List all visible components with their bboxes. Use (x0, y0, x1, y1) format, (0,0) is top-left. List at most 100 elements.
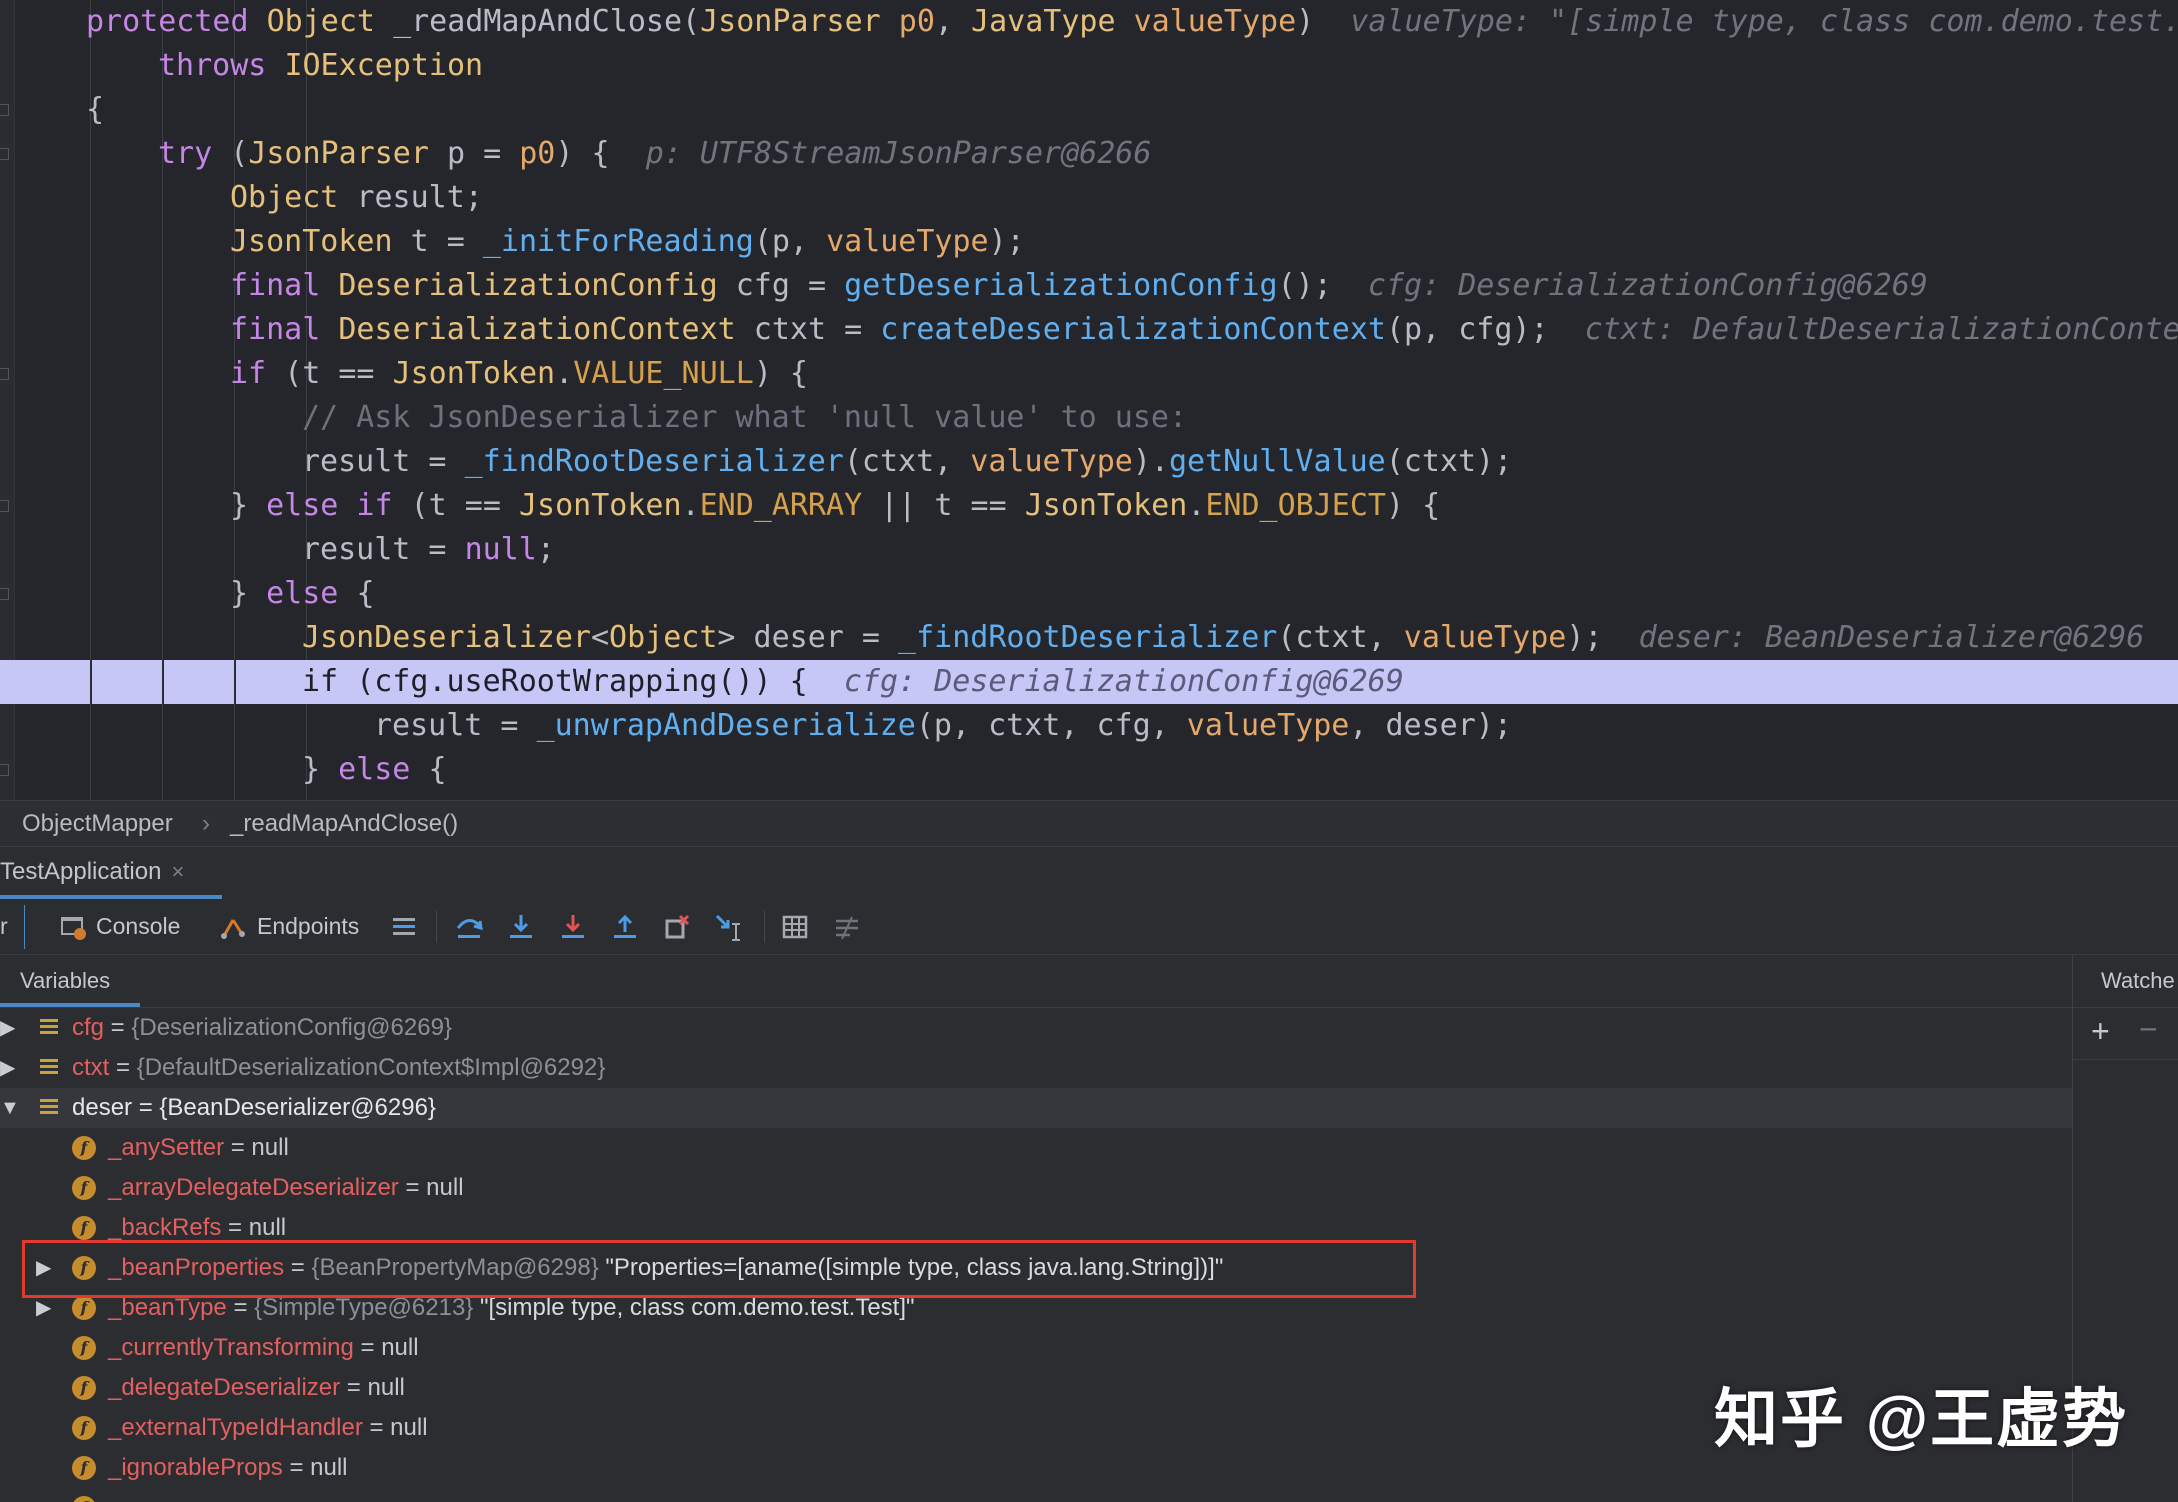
variable-row-cfg[interactable]: ▶ cfg = {DeserializationConfig@6269} (0, 1008, 2072, 1048)
variable-row-ctxt[interactable]: ▶ ctxt = {DefaultDeserializationContext$… (0, 1048, 2072, 1088)
code-token: { (428, 752, 447, 787)
remove-watch-button[interactable]: − (2139, 1011, 2158, 1048)
code-line[interactable]: } else { (0, 748, 2178, 792)
code-line[interactable]: result = null; (0, 528, 2178, 572)
step-out-icon[interactable] (610, 912, 640, 942)
code-line[interactable]: JsonDeserializer<Object> deser = _findRo… (0, 616, 2178, 660)
divider (2073, 1059, 2178, 1060)
code-token: _initForReading (482, 224, 754, 259)
field-row[interactable]: f _currentlyTransforming = null (0, 1328, 2072, 1368)
step-over-icon[interactable] (454, 912, 484, 942)
variable-separator: = (109, 1054, 137, 1081)
code-line[interactable]: result = _findRootDeserializer(ctxt, val… (0, 440, 2178, 484)
code-token: || t == (862, 488, 1025, 523)
step-into-icon[interactable] (506, 912, 536, 942)
code-token: try (158, 136, 231, 171)
field-value: = null (398, 1174, 464, 1201)
code-token: p0 (898, 4, 935, 39)
field-value: = null (282, 1454, 348, 1481)
code-token: } (230, 576, 267, 611)
variables-panel-header: Variables (0, 955, 2072, 1008)
add-watch-button[interactable]: + (2091, 1013, 2110, 1050)
code-token: ) { (1386, 488, 1441, 523)
inline-debug-value: cfg: DeserializationConfig@6269 (843, 664, 1404, 699)
field-icon: f (72, 1176, 96, 1200)
tab-testapplication[interactable]: TestApplication × (0, 847, 202, 899)
code-token: valueType (1133, 4, 1297, 39)
code-token: (p, cfg); (1385, 312, 1585, 347)
code-token: else (266, 576, 357, 611)
code-line[interactable]: Object result; (0, 176, 2178, 220)
code-token: p = (447, 136, 520, 171)
collapse-arrow-icon[interactable]: ▼ (0, 1088, 20, 1128)
watches-title[interactable]: Watche (2101, 955, 2175, 1007)
active-tab-indicator (0, 1003, 140, 1007)
variable-name: ctxt (72, 1054, 110, 1081)
code-token: (p, ctxt, cfg, (915, 708, 1187, 743)
code-token: { (86, 92, 105, 127)
evaluate-expression-icon[interactable] (780, 912, 810, 942)
code-token: { (356, 576, 375, 611)
variable-value: {BeanDeserializer@6296} (159, 1094, 436, 1121)
run-to-cursor-icon[interactable] (714, 912, 744, 942)
drop-frame-icon[interactable] (662, 912, 692, 942)
expand-arrow-icon[interactable]: ▶ (0, 1048, 15, 1088)
trace-stream-icon[interactable] (832, 912, 862, 942)
inline-debug-value: cfg: DeserializationConfig@6269 (1367, 268, 1928, 303)
code-token: t = (410, 224, 483, 259)
code-line[interactable]: throws IOException (0, 44, 2178, 88)
close-icon[interactable]: × (171, 859, 184, 884)
field-name: _beanType (108, 1294, 227, 1321)
variable-separator: = (104, 1014, 132, 1041)
breadcrumb: ObjectMapper › _readMapAndClose() (0, 800, 2178, 846)
code-token: getNullValue (1168, 444, 1386, 479)
code-line[interactable]: final DeserializationContext ctxt = crea… (0, 308, 2178, 352)
code-token: valueType (970, 444, 1133, 479)
code-token: (t == (284, 356, 393, 391)
code-token: . (1187, 488, 1206, 523)
code-line[interactable]: JsonToken t = _initForReading(p, valueTy… (0, 220, 2178, 264)
code-editor[interactable]: protected Object _readMapAndClose(JsonPa… (0, 0, 2178, 800)
code-line[interactable]: } else if (t == JsonToken.END_ARRAY || t… (0, 484, 2178, 528)
variable-name: deser (72, 1094, 133, 1121)
code-line[interactable]: try (JsonParser p = p0) { p: UTF8StreamJ… (0, 132, 2178, 176)
code-token: END_ARRAY (699, 488, 863, 523)
field-row-partial[interactable]: f (0, 1488, 2072, 1502)
code-line-current-execution[interactable]: if (cfg.useRootWrapping()) { cfg: Deseri… (0, 660, 2178, 704)
divider (2073, 1007, 2178, 1008)
variable-name: cfg (72, 1014, 105, 1041)
field-string: "[simple type, class com.demo.test.Test]… (473, 1294, 915, 1321)
code-line[interactable]: protected Object _readMapAndClose(JsonPa… (0, 0, 2178, 44)
tab-endpoints[interactable]: Endpoints (257, 899, 359, 954)
local-variable-icon (40, 1099, 58, 1117)
field-icon: f (72, 1216, 96, 1240)
field-row[interactable]: f _arrayDelegateDeserializer = null (0, 1168, 2072, 1208)
breadcrumb-class[interactable]: ObjectMapper (22, 801, 173, 846)
tab-console[interactable]: Console (96, 899, 180, 954)
code-line[interactable]: result = _unwrapAndDeserialize(p, ctxt, … (0, 704, 2178, 748)
field-name: _ignorableProps (108, 1454, 283, 1481)
variables-title[interactable]: Variables (20, 955, 110, 1007)
code-token: else if (266, 488, 411, 523)
code-token: (p, (753, 224, 827, 259)
force-step-into-icon[interactable] (558, 912, 588, 942)
code-token: } (230, 488, 267, 523)
code-token: else (338, 752, 429, 787)
code-line[interactable]: if (t == JsonToken.VALUE_NULL) { (0, 352, 2178, 396)
code-line[interactable]: { (0, 88, 2178, 132)
variable-row-deser[interactable]: ▼ deser = {BeanDeserializer@6296} (0, 1088, 2072, 1128)
field-separator: = (226, 1294, 255, 1321)
debugger-tab-fragment[interactable]: r (0, 899, 8, 954)
code-line[interactable]: // Ask JsonDeserializer what 'null value… (0, 396, 2178, 440)
code-line[interactable]: } else { (0, 572, 2178, 616)
code-token: _findRootDeserializer (464, 444, 844, 479)
code-token: if (302, 664, 357, 699)
field-icon: f (72, 1376, 96, 1400)
expand-arrow-icon[interactable]: ▶ (0, 1008, 15, 1048)
code-line[interactable]: final DeserializationConfig cfg = getDes… (0, 264, 2178, 308)
show-frames-icon[interactable] (389, 912, 419, 942)
breadcrumb-method[interactable]: _readMapAndClose() (230, 801, 458, 846)
code-token: valueType (1403, 620, 1567, 655)
field-row[interactable]: f _anySetter = null (0, 1128, 2072, 1168)
code-token: final (230, 268, 339, 303)
